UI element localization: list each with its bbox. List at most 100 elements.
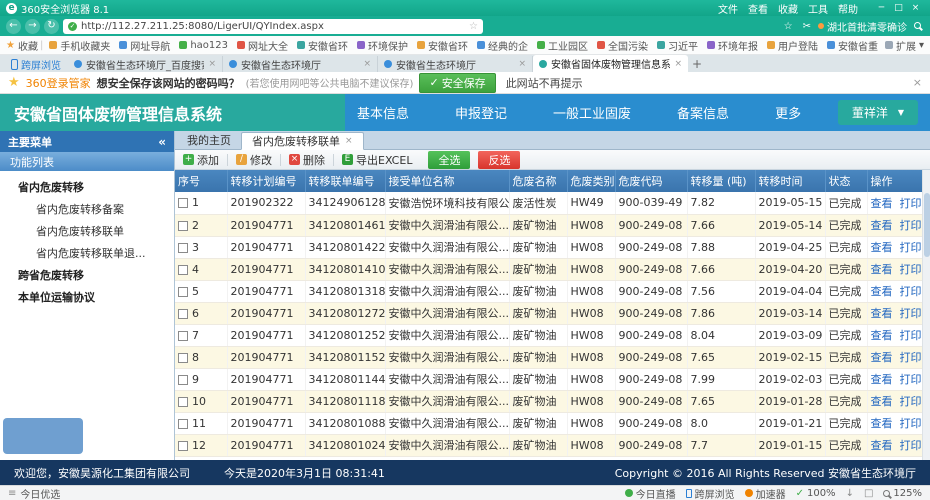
row-checkbox[interactable] [178,397,188,407]
view-link[interactable]: 查看 [871,219,893,232]
forward-icon[interactable]: → [25,19,40,34]
new-tab-icon[interactable]: + [688,56,706,72]
sidebar-widget[interactable] [3,418,83,454]
view-link[interactable]: 查看 [871,263,893,276]
print-link[interactable]: 打印 [900,219,922,232]
app-nav-item[interactable]: 基本信息 [357,103,409,122]
view-link[interactable]: 查看 [871,373,893,386]
select-all-button[interactable]: 全选 [428,151,470,169]
print-link[interactable]: 打印 [900,373,922,386]
print-link[interactable]: 打印 [900,241,922,254]
bookmark-item[interactable]: 环境保护 [357,38,408,53]
column-header[interactable]: 转移时间 [755,170,825,192]
sidebar-item[interactable]: 本单位运输协议 [0,287,174,309]
browser-tab[interactable]: 安徽省生态环境厅× [378,56,533,72]
bookmark-item[interactable]: 环境年报 [707,38,758,53]
print-link[interactable]: 打印 [900,417,922,430]
download-icon[interactable]: ↓ [846,488,854,499]
windows-icon[interactable]: □ [864,488,873,499]
print-link[interactable]: 打印 [900,263,922,276]
view-link[interactable]: 查看 [871,197,893,210]
view-link[interactable]: 查看 [871,417,893,430]
toolbar-button[interactable]: ∕修改 [236,152,272,168]
column-header[interactable]: 危废名称 [509,170,567,192]
search-icon[interactable] [914,21,921,32]
print-link[interactable]: 打印 [900,439,922,452]
favorite-star-icon[interactable]: ☆ [469,21,478,32]
column-header[interactable]: 危废代码 [615,170,687,192]
table-row[interactable]: 420190477134120801410安徽中久润滑油有限公...废矿物油HW… [175,258,922,280]
print-link[interactable]: 打印 [900,329,922,342]
menubar-item[interactable]: 工具 [808,5,828,16]
tab-close-icon[interactable]: × [674,59,682,69]
close-icon[interactable]: × [907,1,924,15]
view-link[interactable]: 查看 [871,329,893,342]
refresh-icon[interactable]: ↻ [44,19,59,34]
browser-tab[interactable]: 安徽省生态环境厅× [223,56,378,72]
bookmark-item[interactable]: 用户登陆 [767,38,818,53]
row-checkbox[interactable] [178,287,188,297]
row-checkbox[interactable] [178,375,188,385]
sidebar-item[interactable]: 省内危废转移联单退... [0,243,174,265]
bookmark-item[interactable]: 安徽省环 [297,38,348,53]
news-ticker[interactable]: 湖北首批清零确诊 [818,19,907,34]
extensions-button[interactable]: 扩展 ▾ [885,38,924,53]
column-header[interactable]: 操作 [867,170,922,192]
sidebar-item[interactable]: 跨省危废转移 [0,265,174,287]
bookmark-item[interactable]: 安徽省环 [417,38,468,53]
browser-tab[interactable]: 安徽省生态环境厅_百度搜索× [68,56,223,72]
bookmark-item[interactable]: 手机收藏夹 [49,38,110,53]
print-link[interactable]: 打印 [900,351,922,364]
table-row[interactable]: 320190477134120801422安徽中久润滑油有限公...废矿物油HW… [175,236,922,258]
toolbar-button[interactable]: ×删除 [289,152,325,168]
url-field[interactable]: ✓ http://112.27.211.25:8080/LigerUI/QYIn… [63,19,483,34]
view-link[interactable]: 查看 [871,395,893,408]
page-tab[interactable]: 我的主页 [177,131,241,149]
app-nav-item[interactable]: 更多 [775,103,801,122]
row-checkbox[interactable] [178,309,188,319]
tab-close-icon[interactable]: × [363,59,371,69]
print-link[interactable]: 打印 [900,197,922,210]
collect-icon[interactable]: ☆ [784,21,793,32]
zoom-control[interactable]: 125% [883,488,922,499]
booster-button[interactable]: 加速器 [745,486,786,500]
bookmark-item[interactable]: 全国污染 [597,38,648,53]
table-row[interactable]: 720190477134120801252安徽中久润滑油有限公...废矿物油HW… [175,324,922,346]
bookmark-item[interactable]: 安徽省重 [827,38,878,53]
page-tab[interactable]: 省内危废转移联单× [241,132,364,150]
view-link[interactable]: 查看 [871,351,893,364]
column-header[interactable]: 转移联单编号 [305,170,385,192]
row-checkbox[interactable] [178,265,188,275]
column-header[interactable]: 状态 [825,170,867,192]
menubar-item[interactable]: 收藏 [778,5,798,16]
app-nav-item[interactable]: 一般工业固废 [553,103,631,122]
table-row[interactable]: 120190232234124906128安徽浩悦环境科技有限公...废活性炭H… [175,192,922,214]
table-row[interactable]: 1020190477134120801118安徽中久润滑油有限公...废矿物油H… [175,390,922,412]
print-link[interactable]: 打印 [900,307,922,320]
print-link[interactable]: 打印 [900,395,922,408]
screen-cast-button[interactable]: 跨屏浏览 [4,56,68,72]
view-link[interactable]: 查看 [871,307,893,320]
vertical-scrollbar[interactable] [922,170,930,460]
sidebar-section-header[interactable]: 功能列表 [0,152,174,171]
row-checkbox[interactable] [178,419,188,429]
table-row[interactable]: 620190477134120801272安徽中久润滑油有限公...废矿物油HW… [175,302,922,324]
tab-close-icon[interactable]: × [518,59,526,69]
toolbar-button[interactable]: +添加 [183,152,219,168]
table-row[interactable]: 820190477134120801152安徽中久润滑油有限公...废矿物油HW… [175,346,922,368]
sidebar-item[interactable]: 省内危废转移联单 [0,221,174,243]
app-nav-item[interactable]: 备案信息 [677,103,729,122]
column-header[interactable]: 转移计划编号 [227,170,305,192]
scrollbar-thumb[interactable] [924,193,930,257]
live-button[interactable]: 今日直播 [625,486,676,500]
dismiss-site-link[interactable]: 此网站不再提示 [506,75,583,91]
sidebar-item[interactable]: 省内危废转移 [0,177,174,199]
row-checkbox[interactable] [178,441,188,451]
status-left[interactable]: ≡ 今日优选 [8,486,60,500]
menubar-item[interactable]: 查看 [748,5,768,16]
view-link[interactable]: 查看 [871,285,893,298]
bookmark-item[interactable]: 网址大全 [237,38,288,53]
page-tab-close-icon[interactable]: × [345,136,353,146]
column-header[interactable]: 危废类别 [567,170,615,192]
network-status[interactable]: ✓ 100% [796,488,836,499]
